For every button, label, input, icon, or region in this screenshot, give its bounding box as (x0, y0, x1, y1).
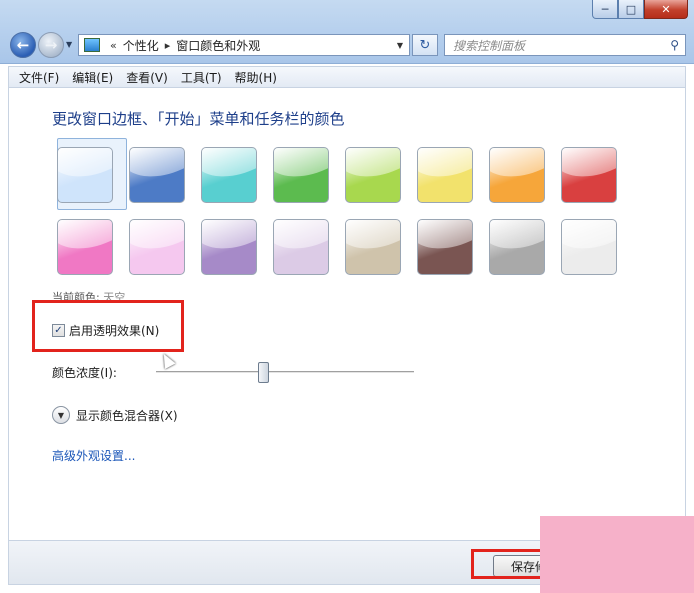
address-bar[interactable]: « 个性化 ▸ 窗口颜色和外观 ▼ (78, 34, 410, 56)
forward-arrow-icon: → (44, 36, 58, 54)
advanced-appearance-link[interactable]: 高级外观设置... (52, 447, 135, 464)
minimize-button[interactable]: ─ (592, 0, 618, 19)
intensity-label: 颜色浓度(I): (52, 366, 117, 380)
intensity-row: 颜色浓度(I): (52, 364, 117, 381)
color-swatch-lemon[interactable] (417, 147, 473, 203)
color-swatch-sea[interactable] (201, 147, 257, 203)
color-swatch-chocolate[interactable] (417, 219, 473, 275)
color-swatch-leaf[interactable] (273, 147, 329, 203)
title-bar: ─ □ ✕ ← → ▼ « 个性化 ▸ 窗口颜色和外观 ▼ ↻ 搜索控制面板 ⚲ (0, 0, 694, 64)
main-content: 更改窗口边框、「开始」菜单和任务栏的颜色 当前颜色: 天空 ✓ 启用透明效果(N… (8, 88, 686, 540)
back-button[interactable]: ← (10, 32, 36, 58)
intensity-slider-track[interactable] (156, 371, 414, 374)
menu-view[interactable]: 查看(V) (120, 69, 175, 86)
highlight-box-transparency (32, 300, 184, 352)
color-mixer-label[interactable]: 显示颜色混合器(X) (76, 407, 178, 424)
color-swatch-twilight[interactable] (129, 147, 185, 203)
page-title: 更改窗口边框、「开始」菜单和任务栏的颜色 (52, 110, 345, 128)
breadcrumb-separator-icon[interactable]: ▸ (165, 39, 171, 52)
color-swatch-lime[interactable] (345, 147, 401, 203)
forward-button[interactable]: → (38, 32, 64, 58)
color-swatch-lavender[interactable] (273, 219, 329, 275)
color-swatch-blush[interactable] (129, 219, 185, 275)
color-swatch-taupe[interactable] (345, 219, 401, 275)
color-swatch-slate[interactable] (489, 219, 545, 275)
breadcrumb-personalization[interactable]: 个性化 (123, 37, 159, 54)
chevron-down-icon[interactable]: ▼ (52, 406, 70, 424)
window-controls: ─ □ ✕ (592, 0, 688, 19)
menu-tools[interactable]: 工具(T) (175, 69, 229, 86)
mouse-cursor-icon (158, 351, 176, 369)
menu-bar: 文件(F) 编辑(E) 查看(V) 工具(T) 帮助(H) (8, 66, 686, 88)
color-swatch-fuchsia[interactable] (57, 219, 113, 275)
breadcrumb-overflow[interactable]: « (110, 39, 117, 52)
breadcrumb-window-color[interactable]: 窗口颜色和外观 (176, 37, 260, 54)
menu-help[interactable]: 帮助(H) (229, 69, 284, 86)
color-swatch-violet[interactable] (201, 219, 257, 275)
maximize-button[interactable]: □ (618, 0, 644, 19)
address-dropdown-icon[interactable]: ▼ (397, 41, 403, 50)
color-swatch-frost[interactable] (561, 219, 617, 275)
search-input[interactable]: 搜索控制面板 ⚲ (444, 34, 686, 56)
menu-file[interactable]: 文件(F) (13, 69, 66, 86)
color-mixer-toggle[interactable]: ▼ 显示颜色混合器(X) (52, 406, 178, 424)
back-arrow-icon: ← (16, 36, 30, 54)
refresh-icon: ↻ (419, 37, 431, 53)
menu-edit[interactable]: 编辑(E) (66, 69, 120, 86)
search-icon[interactable]: ⚲ (670, 38, 679, 52)
recent-pages-dropdown-icon[interactable]: ▼ (66, 40, 72, 49)
color-swatch-sky[interactable] (57, 147, 113, 203)
intensity-slider-thumb[interactable] (258, 362, 270, 383)
refresh-button[interactable]: ↻ (412, 34, 438, 56)
color-swatch-pumpkin[interactable] (489, 147, 545, 203)
control-panel-icon (84, 38, 100, 52)
search-placeholder: 搜索控制面板 (453, 38, 526, 53)
watermark-overlay (540, 516, 694, 593)
color-swatch-ruby[interactable] (561, 147, 617, 203)
close-button[interactable]: ✕ (644, 0, 688, 19)
